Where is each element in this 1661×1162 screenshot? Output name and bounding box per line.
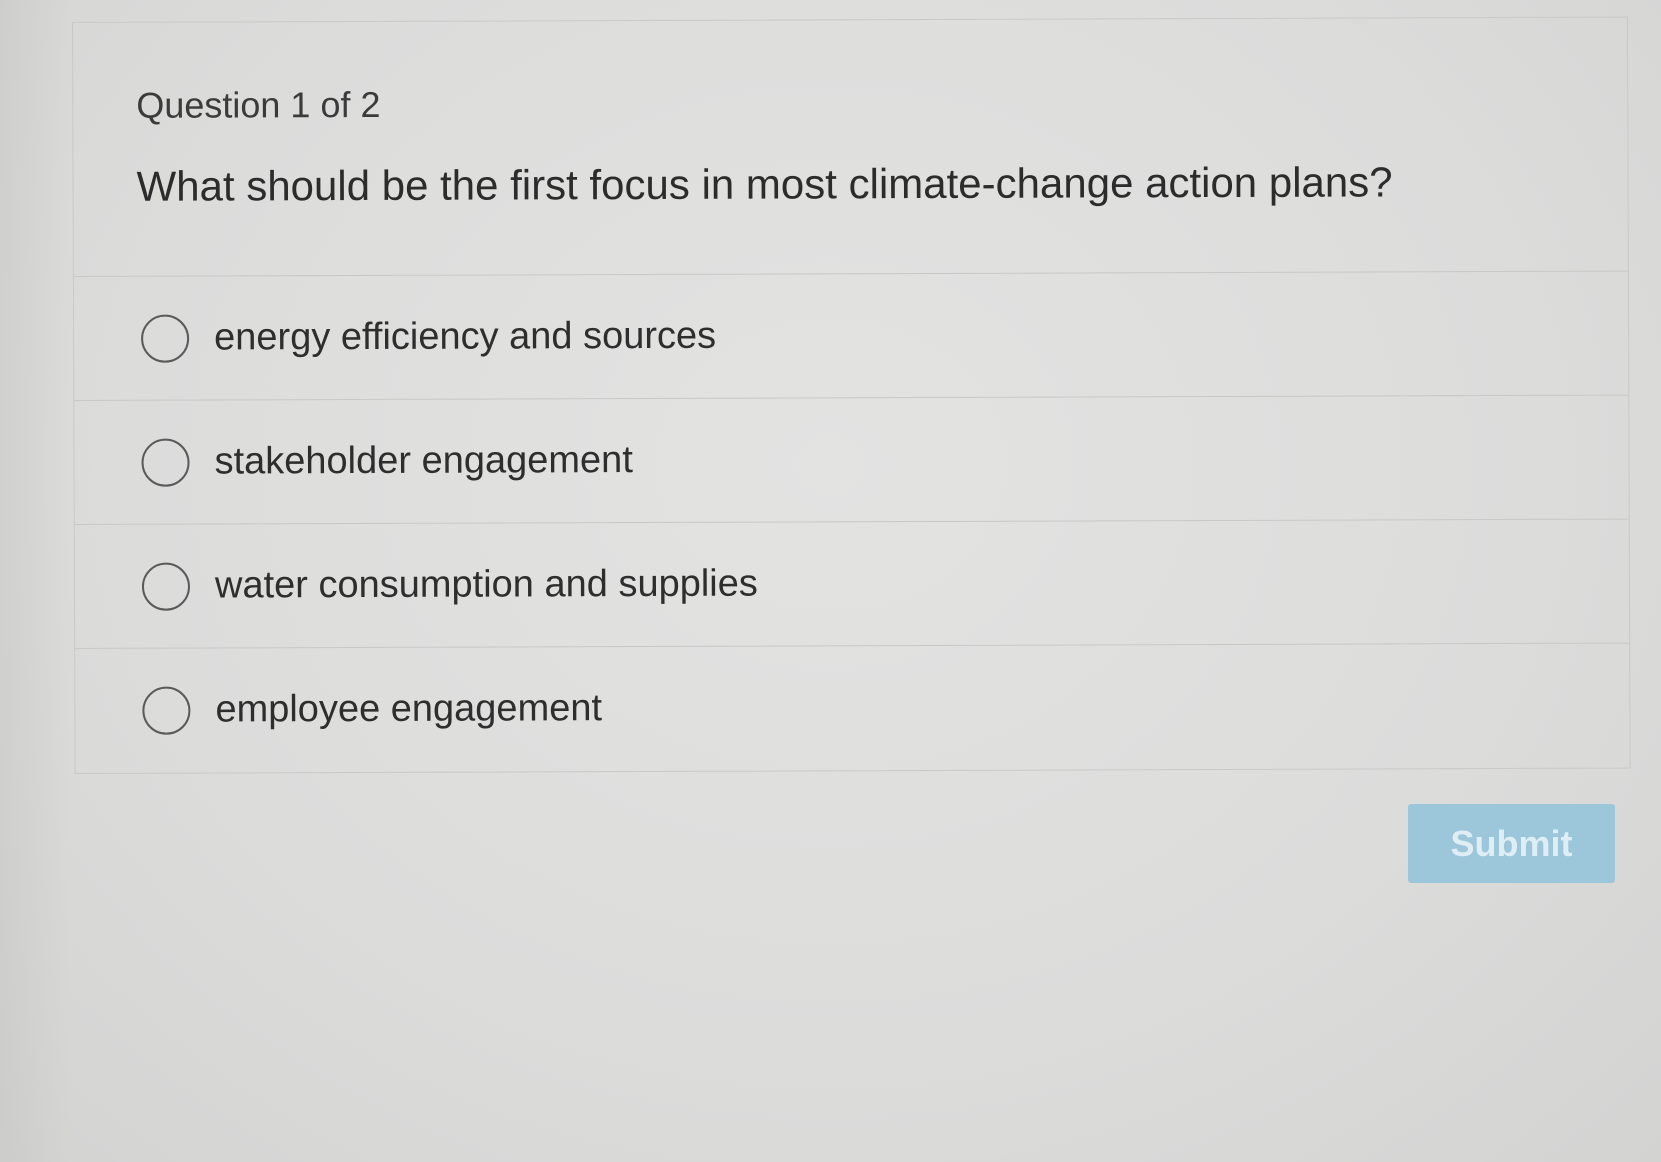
answer-option-label: stakeholder engagement	[214, 439, 633, 483]
answer-option-label: employee engagement	[215, 687, 603, 731]
screen-background: Question 1 of 2 What should be the first…	[0, 0, 1661, 1162]
answer-option-employee-engagement[interactable]: employee engagement	[75, 644, 1629, 773]
answer-option-water-consumption[interactable]: water consumption and supplies	[74, 519, 1630, 649]
radio-unchecked-icon[interactable]	[142, 686, 191, 735]
submit-button[interactable]: Submit	[1408, 804, 1615, 883]
question-counter: Question 1 of 2	[136, 83, 381, 126]
answer-option-label: water consumption and supplies	[214, 562, 758, 607]
radio-unchecked-icon[interactable]	[141, 438, 190, 487]
radio-unchecked-icon[interactable]	[141, 562, 191, 611]
question-text: What should be the first focus in most c…	[136, 158, 1393, 210]
answer-option-label: energy efficiency and sources	[214, 314, 717, 359]
quiz-card: Question 1 of 2 What should be the first…	[72, 16, 1631, 774]
question-header: Question 1 of 2 What should be the first…	[73, 17, 1628, 277]
answer-options: energy efficiency and sources stakeholde…	[73, 271, 1630, 773]
answer-option-stakeholder-engagement[interactable]: stakeholder engagement	[74, 395, 1629, 525]
radio-unchecked-icon[interactable]	[141, 314, 190, 363]
answer-option-energy-efficiency[interactable]: energy efficiency and sources	[73, 271, 1629, 401]
